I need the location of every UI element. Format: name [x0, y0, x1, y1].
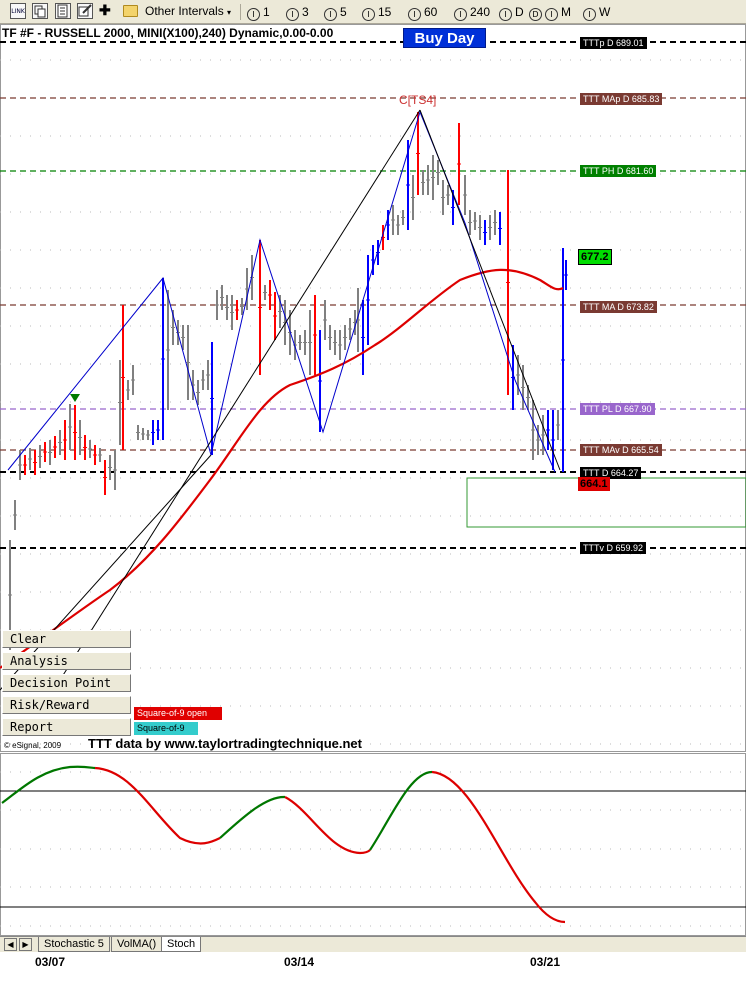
stoch-falling-segment [284, 796, 371, 855]
ttt-credit-text: TTT data by www.taylortradingtechnique.n… [88, 736, 362, 751]
level-label-tttp: TTTp D 689.01 [580, 37, 647, 49]
interval-60-button[interactable]: I 60 [408, 3, 437, 21]
other-intervals-menu[interactable]: Other Intervals ▾ [145, 4, 231, 18]
price-bars [8, 112, 568, 650]
level-label-ttt-ph: TTT PH D 681.60 [580, 165, 657, 177]
square-of-9-open-label[interactable]: Square-of-9 open [134, 707, 222, 720]
stoch-rising-segment [1, 765, 96, 804]
square-of-9-label[interactable]: Square-of-9 [134, 722, 198, 735]
interval-icon: I [583, 8, 596, 21]
esignal-chart-window: LINK ✚ Other Intervals ▾ I1 I3 I5 I 15 I6… [0, 0, 746, 987]
stoch-falling-segment [94, 766, 221, 845]
interval-1-button[interactable]: I1 [247, 3, 270, 21]
properties-icon[interactable] [77, 3, 93, 19]
level-label-ttt-pl: TTT PL D 667.90 [580, 403, 655, 415]
interval-15-label: 15 [378, 5, 392, 19]
trend-line-up [59, 109, 421, 681]
interval-3-label: 3 [302, 5, 309, 19]
link-icon-label: LINK [11, 8, 25, 15]
oscillator-grid [0, 771, 746, 927]
interval-icon: I [324, 8, 337, 21]
properties-icon-glyph [78, 4, 92, 17]
last-price-low-box: 664.1 [578, 477, 610, 491]
interval-daily-button[interactable]: ID [499, 3, 524, 21]
dropdown-arrow-icon: ▾ [227, 8, 232, 17]
interval-icon: I [362, 8, 375, 21]
folder-icon[interactable] [123, 5, 138, 17]
tab-stoch[interactable]: Stoch [161, 937, 202, 952]
tab-scroll-right-icon[interactable]: ▶ [19, 938, 32, 951]
date-axis: 03/07 03/14 03/21 [0, 952, 746, 987]
copy-icon[interactable] [32, 3, 48, 19]
interval-240-button[interactable]: I 240 [454, 3, 490, 21]
tab-volma[interactable]: VolMA() [111, 937, 163, 952]
stoch-falling-segment [431, 770, 566, 924]
interval-60-label: 60 [424, 5, 438, 19]
date-label-0321: 03/21 [530, 955, 561, 969]
last-price-high-box: 677.2 [578, 249, 612, 265]
stoch-rising-segment [219, 795, 286, 839]
interval-icon: I [545, 8, 558, 21]
interval-icon: I [286, 8, 299, 21]
toolbar-separator [240, 4, 241, 20]
decision-point-button[interactable]: Decision Point [2, 674, 131, 692]
report-button[interactable]: Report [2, 718, 131, 736]
level-label-ttt-ma: TTT MA D 673.82 [580, 301, 657, 313]
link-icon[interactable]: LINK [10, 3, 26, 19]
level-label-ttt-map: TTT MAp D 685.83 [580, 93, 663, 105]
daily-chart-button[interactable]: D [529, 3, 545, 21]
page-icon-glyph [57, 4, 68, 18]
interval-icon: I [454, 8, 467, 21]
interval-icon: I [247, 8, 260, 21]
interval-daily-label: D [515, 5, 524, 19]
add-icon[interactable]: ✚ [99, 2, 111, 19]
interval-monthly-label: M [561, 5, 571, 19]
buy-day-badge: Buy Day [403, 28, 486, 48]
tab-stochastic-5[interactable]: Stochastic 5 [38, 937, 110, 952]
interval-weekly-button[interactable]: IW [583, 3, 610, 21]
interval-weekly-label: W [599, 5, 611, 19]
interval-5-label: 5 [340, 5, 347, 19]
interval-5-button[interactable]: I5 [324, 3, 347, 21]
date-label-0314: 03/14 [284, 955, 315, 969]
ts4-label: C[TS4] [399, 93, 437, 107]
interval-240-label: 240 [470, 5, 491, 19]
other-intervals-label: Other Intervals [145, 4, 224, 18]
level-label-ttt-mav: TTT MAv D 665.54 [580, 444, 662, 456]
signal-triangle-icon [70, 394, 80, 402]
stoch-rising-segment [369, 770, 433, 851]
chart-title: TF #F - RUSSELL 2000, MINI(X100),240) Dy… [2, 26, 334, 40]
interval-icon: I [408, 8, 421, 21]
interval-monthly-button[interactable]: IM [545, 3, 571, 21]
risk-reward-button[interactable]: Risk/Reward [2, 696, 131, 714]
interval-1-label: 1 [263, 5, 270, 19]
interval-3-button[interactable]: I3 [286, 3, 309, 21]
trend-line-down [419, 109, 561, 471]
analysis-button[interactable]: Analysis [2, 652, 131, 670]
study-tab-bar: ◀ ▶ Stochastic 5 VolMA() Stoch [0, 936, 746, 952]
interval-icon: I [499, 8, 512, 21]
swing-zigzag-line [7, 110, 556, 473]
page-icon[interactable] [55, 3, 71, 19]
copyright-text: © eSignal, 2009 [4, 741, 62, 750]
stochastic-pane[interactable] [0, 753, 746, 936]
copy-icon-glyph [34, 5, 46, 18]
date-label-0307: 03/07 [35, 955, 66, 969]
clear-button[interactable]: Clear [2, 630, 131, 648]
interval-15-button[interactable]: I 15 [362, 3, 391, 21]
chart-toolbar: LINK ✚ Other Intervals ▾ I1 I3 I5 I 15 I6… [0, 0, 746, 24]
tab-scroll-left-icon[interactable]: ◀ [4, 938, 17, 951]
daily-icon: D [529, 8, 542, 21]
level-label-tttv: TTTv D 659.92 [580, 542, 647, 554]
